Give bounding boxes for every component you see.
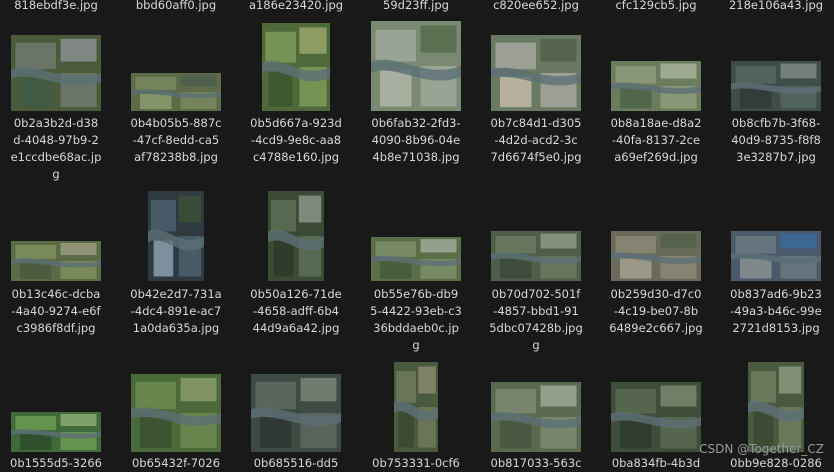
- file-thumbnail[interactable]: [131, 374, 221, 452]
- file-thumbnail[interactable]: [148, 191, 204, 281]
- file-thumbnail[interactable]: [491, 382, 581, 452]
- file-label[interactable]: 0b42e2d7-731a -4dc4-891e-ac7 1a0da635a.j…: [124, 286, 228, 337]
- file-thumbnail[interactable]: [11, 412, 101, 452]
- file-label[interactable]: 0b5d667a-923d -4cd9-9e8c-aa8 c4788e160.j…: [244, 115, 348, 166]
- file-label[interactable]: 0b70d702-501f -4857-bbd1-91 5dbc07428b.j…: [484, 286, 588, 354]
- file-label[interactable]: 0b13c46c-dcba -4a40-9274-e6f c3986f8df.j…: [4, 286, 108, 337]
- file-label[interactable]: 0b837ad6-9b23 -49a3-b46c-99e 2721d8153.j…: [724, 286, 828, 337]
- file-thumbnail[interactable]: [731, 231, 821, 281]
- file-thumbnail[interactable]: [491, 35, 581, 111]
- file-label[interactable]: 0b6fab32-2fd3- 4090-8b96-04e 4b8e71038.j…: [364, 115, 468, 166]
- file-label[interactable]: 0b4b05b5-887c -47cf-8edd-ca5 af78238b8.j…: [124, 115, 228, 166]
- file-thumbnail[interactable]: [131, 73, 221, 111]
- file-thumbnail[interactable]: [11, 35, 101, 111]
- file-thumbnail[interactable]: [611, 61, 701, 111]
- file-thumbnail[interactable]: [371, 21, 461, 111]
- file-thumbnail[interactable]: [11, 241, 101, 281]
- file-label[interactable]: 0b50a126-71de -4658-adff-6b4 44d9a6a42.j…: [244, 286, 348, 337]
- file-thumbnail[interactable]: [611, 382, 701, 452]
- watermark: CSDN @Together_CZ: [699, 442, 824, 456]
- file-thumbnail[interactable]: [262, 23, 330, 111]
- file-thumbnail[interactable]: [611, 231, 701, 281]
- file-label[interactable]: 818ebdf3e.jpg: [4, 0, 108, 14]
- thumbnail-grid: 818ebdf3e.jpg bbd60aff0.jpg a186e23420.jpg…: [0, 0, 834, 470]
- file-thumbnail[interactable]: [268, 191, 324, 281]
- file-label[interactable]: 218e106a43.jpg: [724, 0, 828, 14]
- file-label[interactable]: 59d23ff.jpg: [364, 0, 468, 14]
- file-thumbnail[interactable]: [371, 237, 461, 281]
- file-label[interactable]: a186e23420.jpg: [244, 0, 348, 14]
- file-thumbnail[interactable]: [251, 374, 341, 452]
- file-label[interactable]: 0b259d30-d7c0 -4c19-be07-8b 6489e2c667.j…: [604, 286, 708, 337]
- file-label[interactable]: bbd60aff0.jpg: [124, 0, 228, 14]
- file-label[interactable]: c820ee652.jpg: [484, 0, 588, 14]
- file-label[interactable]: 0b2a3b2d-d38 d-4048-97b9-2 e1ccdbe68ac.j…: [4, 115, 108, 183]
- file-thumbnail[interactable]: [491, 231, 581, 281]
- file-label[interactable]: 0b8cfb7b-3f68- 40d9-8735-f8f8 3e3287b7.j…: [724, 115, 828, 166]
- file-label[interactable]: cfc129cb5.jpg: [604, 0, 708, 14]
- file-thumbnail[interactable]: [748, 362, 804, 452]
- file-thumbnail[interactable]: [394, 362, 438, 452]
- file-thumbnail[interactable]: [731, 61, 821, 111]
- file-label[interactable]: 0b55e76b-db9 5-4422-93eb-c3 36bddaeb0c.j…: [364, 286, 468, 354]
- file-label[interactable]: 0b7c84d1-d305 -4d2d-acd2-3c 7d6674f5e0.j…: [484, 115, 588, 166]
- file-label[interactable]: 0b8a18ae-d8a2 -40fa-8137-2ce a69ef269d.j…: [604, 115, 708, 166]
